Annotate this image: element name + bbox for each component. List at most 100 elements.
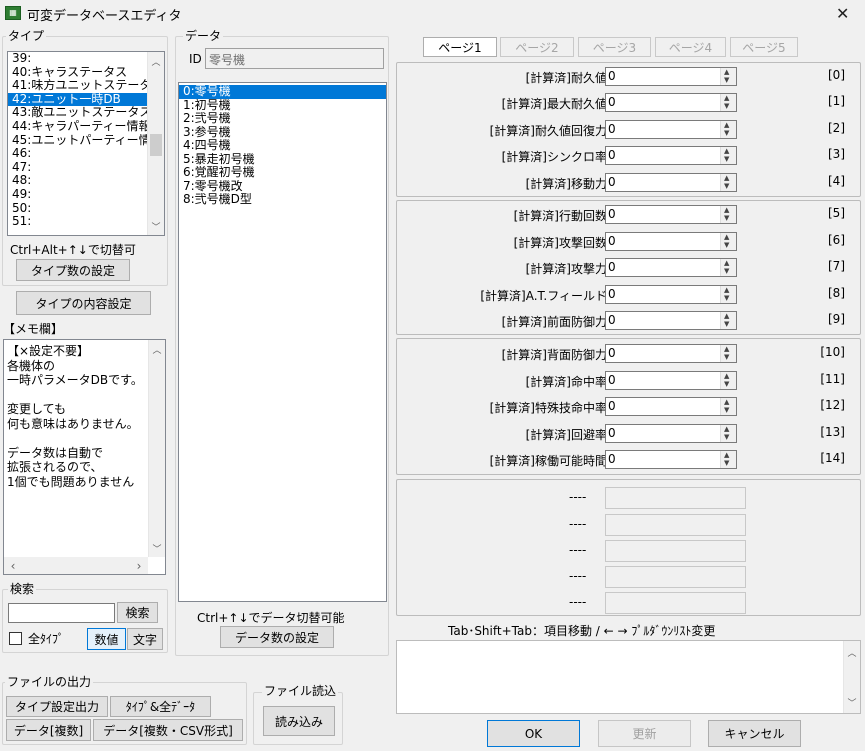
type-list-item[interactable]: 48: bbox=[8, 174, 147, 188]
spin-up-icon[interactable]: ▲ bbox=[724, 260, 729, 267]
tab-page-2[interactable]: ページ2 bbox=[500, 37, 574, 57]
field-input[interactable]: 0 ▲ ▼ bbox=[605, 205, 737, 224]
spin-up-icon[interactable]: ▲ bbox=[724, 148, 729, 155]
spin-down-icon[interactable]: ▼ bbox=[724, 295, 729, 302]
spinner-icon[interactable]: ▲ ▼ bbox=[720, 121, 736, 138]
spinner-icon[interactable]: ▲ ▼ bbox=[720, 174, 736, 191]
data-list-item[interactable]: 4:四号機 bbox=[179, 139, 386, 153]
field-input[interactable]: 0 ▲ ▼ bbox=[605, 371, 737, 390]
type-list-item[interactable]: 46: bbox=[8, 147, 147, 161]
cancel-button[interactable]: キャンセル bbox=[708, 720, 801, 747]
spinner-icon[interactable]: ▲ ▼ bbox=[720, 147, 736, 164]
spin-up-icon[interactable]: ▲ bbox=[724, 95, 729, 102]
all-types-checkbox[interactable] bbox=[9, 632, 22, 645]
scroll-up-icon[interactable]: ︿ bbox=[149, 342, 165, 356]
spin-down-icon[interactable]: ▼ bbox=[724, 215, 729, 222]
data-list[interactable]: 0:零号機 1:初号機 2:弐号機 3:参号機 4:四号機 5:暴走初号機 6:覚醒初号機 7… bbox=[178, 82, 387, 602]
scroll-thumb[interactable] bbox=[150, 134, 162, 156]
type-settings-output-button[interactable]: タイプ設定出力 bbox=[6, 696, 108, 717]
update-button[interactable]: 更新 bbox=[598, 720, 691, 747]
spin-up-icon[interactable]: ▲ bbox=[724, 287, 729, 294]
spin-down-icon[interactable]: ▼ bbox=[724, 103, 729, 110]
spin-down-icon[interactable]: ▼ bbox=[724, 156, 729, 163]
scroll-down-icon[interactable]: ﹀ bbox=[148, 219, 164, 233]
data-count-button[interactable]: データ数の設定 bbox=[220, 626, 334, 648]
field-input[interactable]: 0 ▲ ▼ bbox=[605, 397, 737, 416]
scroll-down-icon[interactable]: ﹀ bbox=[844, 695, 860, 709]
scroll-up-icon[interactable]: ︿ bbox=[148, 54, 164, 68]
spin-down-icon[interactable]: ▼ bbox=[724, 407, 729, 414]
field-input[interactable]: 0 ▲ ▼ bbox=[605, 232, 737, 251]
spin-down-icon[interactable]: ▼ bbox=[724, 381, 729, 388]
tab-page-4[interactable]: ページ4 bbox=[655, 37, 726, 57]
data-list-item[interactable]: 0:零号機 bbox=[179, 85, 386, 99]
memo-vscrollbar[interactable]: ︿ ﹀ bbox=[148, 340, 165, 557]
memo-hscrollbar[interactable]: ‹ › bbox=[4, 557, 148, 574]
bottom-textarea[interactable]: ︿ ﹀ bbox=[396, 640, 861, 714]
field-input[interactable]: 0 ▲ ▼ bbox=[605, 450, 737, 469]
spin-up-icon[interactable]: ▲ bbox=[724, 399, 729, 406]
field-input[interactable]: 0 ▲ ▼ bbox=[605, 93, 737, 112]
type-list-item[interactable]: 42:ユニット一時DB bbox=[8, 92, 147, 107]
type-list-item[interactable]: 44:キャラパーティー情報 bbox=[8, 120, 147, 134]
type-list-item[interactable]: 47: bbox=[8, 161, 147, 175]
spin-down-icon[interactable]: ▼ bbox=[724, 434, 729, 441]
spin-down-icon[interactable]: ▼ bbox=[724, 460, 729, 467]
spin-up-icon[interactable]: ▲ bbox=[724, 69, 729, 76]
search-button[interactable]: 検索 bbox=[117, 602, 158, 623]
data-list-item[interactable]: 8:弐号機D型 bbox=[179, 193, 386, 207]
field-input[interactable]: 0 ▲ ▼ bbox=[605, 146, 737, 165]
scroll-left-icon[interactable]: ‹ bbox=[6, 558, 20, 573]
spin-up-icon[interactable]: ▲ bbox=[724, 175, 729, 182]
spin-down-icon[interactable]: ▼ bbox=[724, 77, 729, 84]
read-button[interactable]: 読み込み bbox=[263, 706, 335, 736]
spinner-icon[interactable]: ▲ ▼ bbox=[720, 259, 736, 276]
field-input[interactable]: 0 ▲ ▼ bbox=[605, 258, 737, 277]
spinner-icon[interactable]: ▲ ▼ bbox=[720, 425, 736, 442]
type-list-item[interactable]: 43:敵ユニットステータス bbox=[8, 106, 147, 120]
close-icon[interactable]: ✕ bbox=[836, 4, 849, 23]
data-list-item[interactable]: 6:覚醒初号機 bbox=[179, 166, 386, 180]
type-list-item[interactable]: 50: bbox=[8, 202, 147, 216]
field-input[interactable]: 0 ▲ ▼ bbox=[605, 173, 737, 192]
memo-textarea[interactable]: 【×設定不要】 各機体の 一時パラメータDBです。 変更しても 何も意味はありません。デ… bbox=[3, 339, 166, 575]
spin-up-icon[interactable]: ▲ bbox=[724, 452, 729, 459]
spin-up-icon[interactable]: ▲ bbox=[724, 426, 729, 433]
spinner-icon[interactable]: ▲ ▼ bbox=[720, 68, 736, 85]
data-list-item[interactable]: 3:参号機 bbox=[179, 126, 386, 140]
type-list-item[interactable]: 49: bbox=[8, 188, 147, 202]
spin-up-icon[interactable]: ▲ bbox=[724, 346, 729, 353]
spin-down-icon[interactable]: ▼ bbox=[724, 242, 729, 249]
search-input[interactable] bbox=[8, 603, 115, 623]
spinner-icon[interactable]: ▲ ▼ bbox=[720, 286, 736, 303]
type-list[interactable]: 39: 40:キャラステータス 41:味方ユニットステータ 42:ユニット一時DB 43… bbox=[7, 51, 165, 236]
type-list-item[interactable]: 40:キャラステータス bbox=[8, 66, 147, 80]
field-input[interactable]: 0 ▲ ▼ bbox=[605, 311, 737, 330]
spin-up-icon[interactable]: ▲ bbox=[724, 373, 729, 380]
tab-page-5[interactable]: ページ5 bbox=[730, 37, 798, 57]
spin-up-icon[interactable]: ▲ bbox=[724, 313, 729, 320]
data-list-item[interactable]: 7:零号機改 bbox=[179, 180, 386, 194]
data-list-item[interactable]: 5:暴走初号機 bbox=[179, 153, 386, 167]
text-button[interactable]: 文字 bbox=[127, 628, 163, 650]
spin-up-icon[interactable]: ▲ bbox=[724, 234, 729, 241]
scroll-right-icon[interactable]: › bbox=[132, 558, 146, 573]
scroll-up-icon[interactable]: ︿ bbox=[844, 645, 860, 659]
scroll-down-icon[interactable]: ﹀ bbox=[149, 541, 165, 555]
ok-button[interactable]: OK bbox=[487, 720, 580, 747]
spinner-icon[interactable]: ▲ ▼ bbox=[720, 312, 736, 329]
spin-up-icon[interactable]: ▲ bbox=[724, 122, 729, 129]
type-list-scrollbar[interactable]: ︿ ﹀ bbox=[147, 52, 164, 235]
type-list-item[interactable]: 45:ユニットパーティー情報 bbox=[8, 134, 147, 148]
numeric-button[interactable]: 数値 bbox=[87, 628, 126, 650]
type-all-data-button[interactable]: ﾀｲﾌﾟ&全ﾃﾞｰﾀ bbox=[110, 696, 211, 717]
type-list-item[interactable]: 39: bbox=[8, 52, 147, 66]
spinner-icon[interactable]: ▲ ▼ bbox=[720, 398, 736, 415]
spinner-icon[interactable]: ▲ ▼ bbox=[720, 451, 736, 468]
bottom-textarea-scrollbar[interactable]: ︿ ﹀ bbox=[843, 641, 860, 713]
data-list-item[interactable]: 1:初号機 bbox=[179, 99, 386, 113]
type-list-item[interactable]: 41:味方ユニットステータ bbox=[8, 79, 147, 93]
spinner-icon[interactable]: ▲ ▼ bbox=[720, 345, 736, 362]
spinner-icon[interactable]: ▲ ▼ bbox=[720, 94, 736, 111]
tab-page-1[interactable]: ページ1 bbox=[423, 37, 497, 57]
